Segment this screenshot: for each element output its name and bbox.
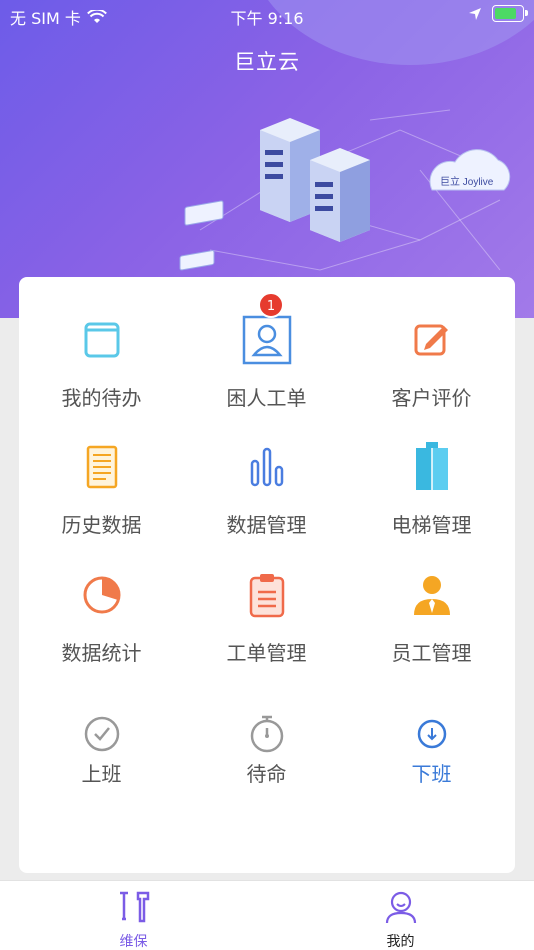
inbox-icon — [72, 310, 132, 370]
elevator-icon — [402, 437, 462, 497]
server-cloud-illustration: 巨立 Joylive — [179, 109, 511, 271]
menu-item-label: 客户评价 — [391, 386, 472, 410]
hero-banner: 无 SIM 卡 下午 9:16 巨立云 巨立 Joylive — [0, 0, 534, 318]
location-icon — [469, 7, 481, 20]
menu-item-trapped-orders[interactable]: 困人工单 — [184, 310, 349, 430]
cloud-logo-text: 巨立 Joylive — [440, 175, 494, 188]
tools-icon — [119, 891, 149, 923]
menu-item-customer-review[interactable]: 客户评价 — [349, 310, 514, 430]
clock-in-button[interactable]: 上班 — [19, 714, 184, 794]
standby-button[interactable]: 待命 — [184, 714, 349, 794]
status-time: 下午 9:16 — [230, 9, 304, 28]
menu-item-label: 我的待办 — [61, 386, 142, 410]
download-circle-icon — [417, 719, 446, 749]
menu-item-label: 员工管理 — [391, 641, 472, 665]
menu-item-data-statistics[interactable]: 数据统计 — [19, 565, 184, 685]
menu-item-order-management[interactable]: 工单管理 — [184, 565, 349, 685]
notification-badge: 1 — [258, 292, 284, 318]
menu-item-label: 工单管理 — [226, 641, 307, 665]
shift-label: 上班 — [81, 762, 122, 786]
tab-label: 维保 — [119, 934, 148, 950]
menu-item-label: 数据管理 — [226, 513, 307, 537]
shift-label: 待命 — [246, 762, 287, 786]
menu-item-employee-management[interactable]: 员工管理 — [349, 565, 514, 685]
page-title: 巨立云 — [234, 50, 300, 74]
tab-mine[interactable]: 我的 — [267, 881, 534, 950]
user-icon — [385, 891, 416, 924]
tab-label: 我的 — [386, 934, 415, 950]
clock-out-button[interactable]: 下班 — [349, 714, 514, 794]
stopwatch-icon — [250, 715, 283, 753]
menu-item-my-todo[interactable]: 我的待办 — [19, 310, 184, 430]
menu-item-label: 数据统计 — [61, 641, 142, 665]
tab-bar: 维保 我的 — [0, 880, 534, 950]
menu-item-history-data[interactable]: 历史数据 — [19, 437, 184, 557]
check-circle-icon — [84, 716, 119, 752]
document-icon — [72, 437, 132, 497]
bar-chart-icon — [237, 437, 297, 497]
menu-item-data-management[interactable]: 数据管理 — [184, 437, 349, 557]
menu-item-elevator-management[interactable]: 电梯管理 — [349, 437, 514, 557]
shift-label: 下班 — [411, 762, 452, 786]
clipboard-icon — [237, 565, 297, 625]
employee-icon — [402, 565, 462, 625]
tab-maintenance[interactable]: 维保 — [0, 881, 267, 950]
menu-item-label: 困人工单 — [226, 386, 307, 410]
menu-item-label: 电梯管理 — [391, 513, 472, 537]
status-bar: 无 SIM 卡 下午 9:16 — [0, 0, 534, 30]
person-card-icon — [237, 310, 297, 370]
edit-icon — [402, 310, 462, 370]
menu-item-label: 历史数据 — [61, 513, 142, 537]
battery-icon — [492, 5, 528, 22]
pie-chart-icon — [72, 565, 132, 625]
